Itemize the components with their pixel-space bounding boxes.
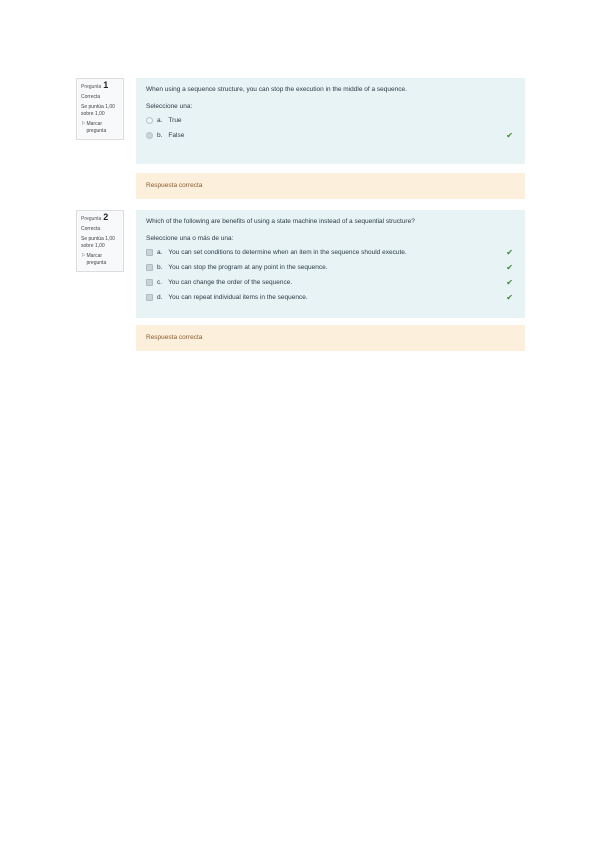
answer-option-b[interactable]: b. You can stop the program at any point… — [146, 260, 515, 275]
question-formulation: Which of the following are benefits of u… — [136, 210, 525, 318]
question-state: Correcta — [81, 94, 101, 100]
question-text: When using a sequence structure, you can… — [146, 86, 407, 93]
check-icon: ✔ — [506, 278, 513, 287]
question-info: Pregunta 1 Correcta Se puntúa 1,00 sobre… — [76, 78, 124, 140]
checkbox-checked[interactable] — [146, 249, 153, 256]
flag-question-link[interactable]: ⚐ Marcar pregunta — [81, 121, 120, 135]
checkbox-checked[interactable] — [146, 294, 153, 301]
question-grade: Se puntúa 1,00 sobre 1,00 — [81, 104, 115, 117]
question-number: Pregunta 2 — [81, 212, 109, 223]
question-number: Pregunta 1 — [81, 80, 109, 91]
checkbox-checked[interactable] — [146, 279, 153, 286]
answer-option-a[interactable]: a. You can set conditions to determine w… — [146, 245, 515, 260]
radio-button-selected[interactable] — [146, 132, 153, 139]
flag-question-link[interactable]: ⚐ Marcar pregunta — [81, 253, 120, 267]
answer-option-c[interactable]: c. You can change the order of the seque… — [146, 275, 515, 290]
radio-button[interactable] — [146, 117, 153, 124]
flag-icon: ⚐ — [81, 253, 86, 259]
check-icon: ✔ — [506, 263, 513, 272]
question-text: Which of the following are benefits of u… — [146, 218, 415, 225]
question-info: Pregunta 2 Correcta Se puntúa 1,00 sobre… — [76, 210, 124, 272]
check-icon: ✔ — [506, 131, 513, 140]
check-icon: ✔ — [506, 293, 513, 302]
feedback-correct: Respuesta correcta — [136, 173, 525, 199]
answer-prompt: Seleccione una o más de una: — [146, 235, 234, 242]
checkbox-checked[interactable] — [146, 264, 153, 271]
answer-option-d[interactable]: d. You can repeat individual items in th… — [146, 290, 515, 305]
question-grade: Se puntúa 1,00 sobre 1,00 — [81, 236, 115, 249]
feedback-correct: Respuesta correcta — [136, 325, 525, 351]
flag-icon: ⚐ — [81, 121, 86, 127]
answer-option-a[interactable]: a. True — [146, 113, 515, 128]
check-icon: ✔ — [506, 248, 513, 257]
question-formulation: When using a sequence structure, you can… — [136, 78, 525, 164]
question-state: Correcta — [81, 226, 101, 232]
answer-option-b[interactable]: b. False ✔ — [146, 128, 515, 143]
answer-prompt: Seleccione una: — [146, 103, 193, 110]
